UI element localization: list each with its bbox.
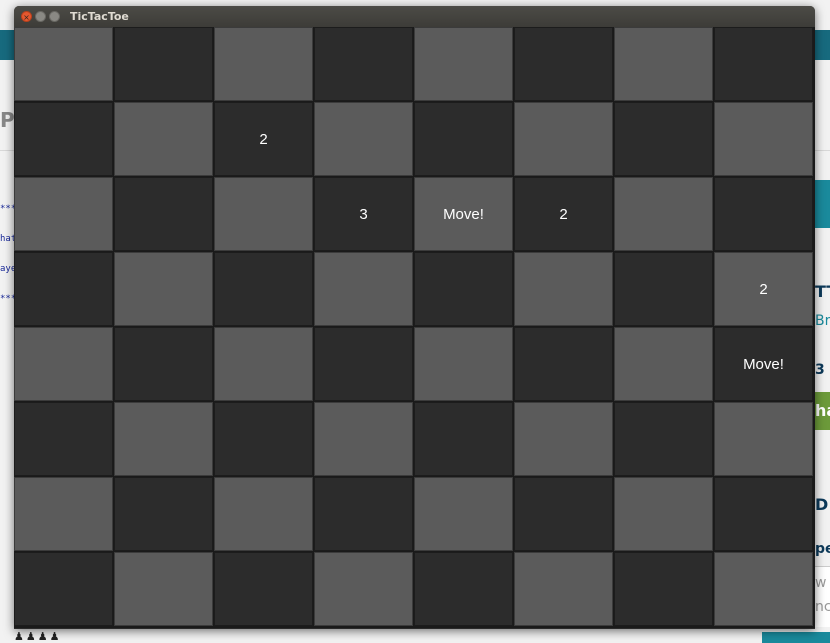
board-cell[interactable] [714, 177, 813, 251]
maximize-window-button[interactable] [49, 11, 60, 22]
board-cell[interactable] [714, 102, 813, 176]
background-heading-d: D [815, 495, 829, 514]
board-cell[interactable] [614, 177, 713, 251]
board-cell[interactable] [514, 27, 613, 101]
background-label: pe [815, 541, 830, 557]
window-title: TicTacToe [70, 10, 129, 23]
board-cell[interactable]: Move! [714, 327, 813, 401]
board-cell[interactable] [614, 477, 713, 551]
close-window-button[interactable]: × [21, 11, 32, 22]
input-line: w [815, 575, 827, 591]
board-cell[interactable] [414, 252, 513, 326]
board-cell[interactable] [14, 402, 113, 476]
board-cell[interactable] [414, 477, 513, 551]
board-cell[interactable] [214, 252, 313, 326]
input-line: nc [815, 599, 830, 615]
board-cell[interactable] [314, 252, 413, 326]
board-cell[interactable] [114, 102, 213, 176]
board-cell[interactable] [514, 102, 613, 176]
board-cell[interactable] [614, 402, 713, 476]
board-cell[interactable] [114, 252, 213, 326]
board-cell[interactable] [514, 552, 613, 626]
board-cell[interactable] [314, 477, 413, 551]
board-cell[interactable] [714, 552, 813, 626]
board-cell[interactable] [314, 102, 413, 176]
board-cell[interactable] [14, 477, 113, 551]
board-cell[interactable] [214, 552, 313, 626]
board-cell[interactable] [314, 27, 413, 101]
background-link[interactable]: Bric [815, 313, 830, 329]
board-cell[interactable] [714, 27, 813, 101]
board-cell[interactable] [514, 402, 613, 476]
tictactoe-window: × TicTacToe 2 3 Move! 2 2 Move! [14, 6, 815, 629]
background-chess-pieces: ♟♟♟♟ [14, 630, 62, 643]
board-cell[interactable] [114, 177, 213, 251]
minimize-window-button[interactable] [35, 11, 46, 22]
board-cell[interactable] [314, 402, 413, 476]
board-cell[interactable] [514, 252, 613, 326]
board-cell[interactable] [114, 477, 213, 551]
board-cell[interactable] [514, 327, 613, 401]
board-cell[interactable] [214, 402, 313, 476]
background-text-input[interactable]: w nc [815, 566, 830, 627]
board-cell[interactable]: Move! [414, 177, 513, 251]
game-board: 2 3 Move! 2 2 Move! [14, 27, 815, 628]
background-bottom-button[interactable] [762, 632, 830, 643]
board-cell[interactable] [714, 477, 813, 551]
board-cell[interactable] [14, 177, 113, 251]
board-cell[interactable] [14, 327, 113, 401]
window-titlebar[interactable]: × TicTacToe [14, 6, 815, 27]
close-icon: × [23, 13, 30, 22]
board-cell[interactable] [314, 552, 413, 626]
board-cell[interactable] [14, 252, 113, 326]
board-cell[interactable] [214, 27, 313, 101]
board-cell[interactable]: 2 [514, 177, 613, 251]
board-cell[interactable] [214, 327, 313, 401]
board-cell[interactable]: 2 [714, 252, 813, 326]
board-cell[interactable] [214, 177, 313, 251]
board-cell[interactable] [214, 477, 313, 551]
board-cell[interactable] [14, 27, 113, 101]
board-cell[interactable] [114, 552, 213, 626]
background-green-button[interactable]: ha [815, 392, 830, 430]
board-cell[interactable] [514, 477, 613, 551]
board-cell[interactable] [14, 552, 113, 626]
board-cell[interactable] [614, 27, 713, 101]
board-cell[interactable] [614, 552, 713, 626]
board-cell[interactable] [114, 402, 213, 476]
board-cell[interactable] [314, 327, 413, 401]
background-subheading: 3 l [815, 362, 830, 378]
board-cell[interactable]: 3 [314, 177, 413, 251]
background-heading-tt: TT [815, 282, 830, 301]
board-cell[interactable] [414, 102, 513, 176]
board-cell[interactable]: 2 [214, 102, 313, 176]
board-cell[interactable] [114, 27, 213, 101]
board-cell[interactable] [414, 327, 513, 401]
board-cell[interactable] [414, 552, 513, 626]
background-teal-panel [815, 180, 830, 228]
board-cell[interactable] [614, 102, 713, 176]
board-cell[interactable] [714, 402, 813, 476]
board-cell[interactable] [14, 102, 113, 176]
board-cell[interactable] [414, 402, 513, 476]
board-cell[interactable] [114, 327, 213, 401]
board-cell[interactable] [614, 252, 713, 326]
board-cell[interactable] [414, 27, 513, 101]
board-cell[interactable] [614, 327, 713, 401]
